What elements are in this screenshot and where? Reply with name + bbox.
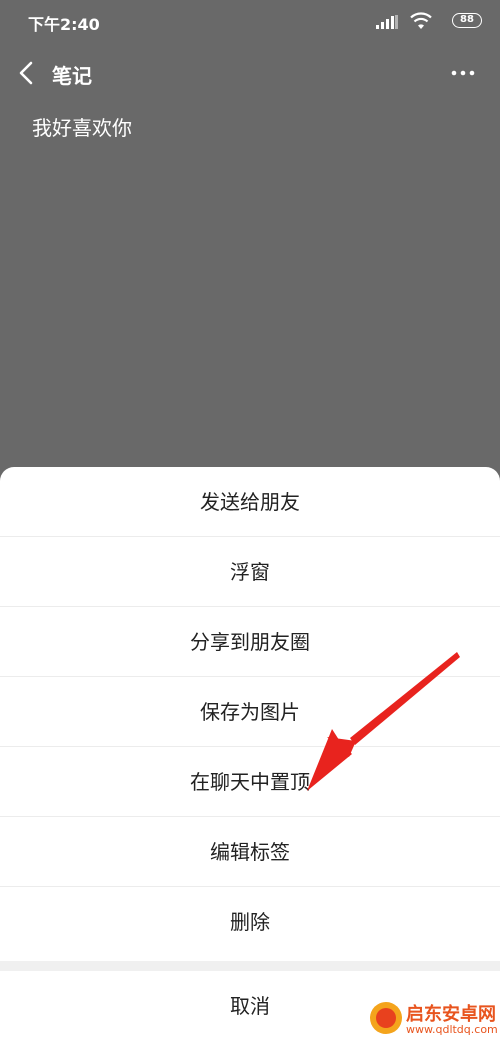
status-icons: 88	[362, 11, 482, 31]
edit-tags-button[interactable]: 编辑标签	[0, 817, 500, 887]
share-to-moments-button[interactable]: 分享到朋友圈	[0, 607, 500, 677]
action-menu-list: 发送给朋友 浮窗 分享到朋友圈 保存为图片 在聊天中置顶 编辑标签 删除	[0, 467, 500, 957]
note-content: 我好喜欢你	[32, 116, 132, 140]
status-time: 下午2:40	[28, 15, 100, 34]
more-icon[interactable]	[450, 62, 476, 84]
sheet-divider	[0, 961, 500, 971]
nav-bar: 笔记	[0, 48, 500, 98]
back-icon[interactable]	[16, 59, 38, 87]
watermark-url: www.qdltdq.com	[406, 1023, 498, 1036]
delete-button[interactable]: 删除	[0, 887, 500, 957]
status-bar: 下午2:40 88	[0, 0, 500, 44]
battery-level: 88	[460, 14, 474, 25]
send-to-friend-button[interactable]: 发送给朋友	[0, 467, 500, 537]
page-title: 笔记	[52, 64, 92, 88]
battery-icon: 88	[452, 13, 482, 28]
pin-in-chat-button[interactable]: 在聊天中置顶	[0, 747, 500, 817]
action-sheet: 发送给朋友 浮窗 分享到朋友圈 保存为图片 在聊天中置顶 编辑标签 删除 取消	[0, 467, 500, 1041]
watermark-logo-icon	[370, 1002, 402, 1034]
save-as-image-button[interactable]: 保存为图片	[0, 677, 500, 747]
signal-icon	[376, 15, 398, 29]
wifi-icon	[410, 12, 432, 29]
watermark: 启东安卓网 www.qdltdq.com	[370, 998, 498, 1038]
floating-window-button[interactable]: 浮窗	[0, 537, 500, 607]
